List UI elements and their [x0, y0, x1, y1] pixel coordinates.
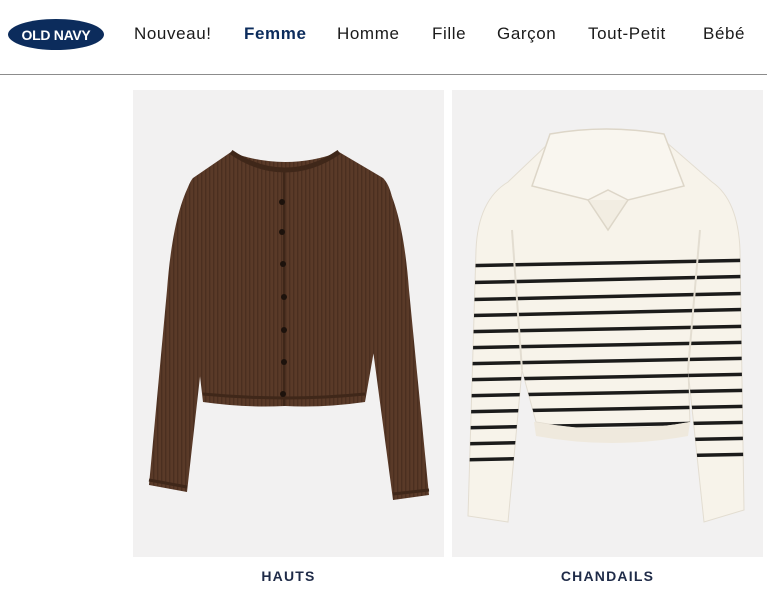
nav-item-nouveau[interactable]: Nouveau!	[134, 24, 212, 44]
category-card-hauts[interactable]	[133, 90, 444, 557]
top-navigation-bar: OLD NAVY Nouveau! Femme Homme Fille Garç…	[0, 0, 767, 75]
old-navy-logo[interactable]: OLD NAVY	[8, 19, 104, 50]
nav-item-bebe[interactable]: Bébé	[703, 24, 745, 44]
nav-item-fille[interactable]: Fille	[432, 24, 466, 44]
nav-item-homme[interactable]: Homme	[337, 24, 400, 44]
cardigan-image	[148, 149, 430, 500]
nav-item-garcon[interactable]: Garçon	[497, 24, 556, 44]
nav-item-tout-petit[interactable]: Tout-Petit	[588, 24, 666, 44]
category-label-hauts[interactable]: HAUTS	[133, 568, 444, 584]
striped-sweater-image	[467, 128, 745, 523]
nav-item-femme[interactable]: Femme	[244, 24, 307, 44]
category-label-chandails[interactable]: CHANDAILS	[452, 568, 763, 584]
category-card-chandails[interactable]	[452, 90, 763, 557]
